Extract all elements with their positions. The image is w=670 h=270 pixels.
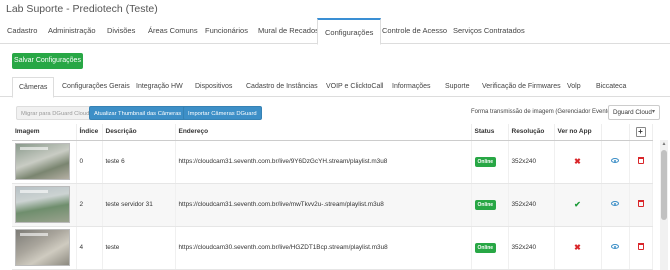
address-cell: https://cloudcam31.seventh.com.br/live/9… [175, 140, 472, 184]
app-title: Lab Suporte - Prediotech (Teste) [6, 3, 158, 15]
delete-cell [629, 140, 653, 184]
sub-nav: Câmeras Configurações Gerais Integração … [0, 77, 670, 98]
view-cell [601, 183, 630, 227]
table-row: 0 teste 6 https://cloudcam31.seventh.com… [12, 140, 653, 184]
address-cell: https://cloudcam31.seventh.com.br/live/m… [175, 183, 472, 227]
tab-verificacao-de-firmwares[interactable]: Verificação de Firmwares [476, 77, 567, 97]
transmission-mode-label: Forma transmissão de imagem (Gerenciador… [471, 109, 616, 115]
transmission-mode-select[interactable]: Dguard Cloud ▾ [608, 105, 660, 120]
update-thumbnails-button[interactable]: Atualizar Thumbnail das Câmeras [89, 106, 187, 120]
camera-thumbnail-cell [12, 140, 77, 184]
delete-cell [629, 226, 653, 270]
tab-areas-comuns[interactable]: Áreas Comuns [141, 18, 205, 44]
status-cell: Online [471, 226, 509, 270]
app-visibility-x-icon[interactable]: ✖ [554, 140, 602, 184]
tab-mural-de-recados[interactable]: Mural de Recados [251, 18, 326, 44]
status-badge: Online [474, 242, 497, 253]
tab-administracao[interactable]: Administração [41, 18, 103, 44]
cameras-table: Imagem Índice Descrição Endereço Status … [12, 124, 653, 270]
description-cell: teste 6 [102, 140, 176, 184]
eye-icon[interactable] [611, 201, 619, 206]
tab-controle-de-acesso[interactable]: Controle de Acesso [375, 18, 454, 44]
title-bar: Lab Suporte - Prediotech (Teste) [0, 0, 670, 18]
col-header-description: Descrição [102, 124, 176, 141]
table-scrollbar[interactable]: ▲ [660, 140, 668, 270]
table-row: 2 teste servidor 31 https://cloudcam31.s… [12, 183, 653, 227]
status-cell: Online [471, 140, 509, 184]
scroll-up-icon[interactable]: ▲ [660, 140, 668, 148]
tab-servicos-contratados[interactable]: Serviços Contratados [446, 18, 532, 44]
transmission-mode-value: Dguard Cloud [613, 109, 652, 116]
col-header-address: Endereço [175, 124, 472, 141]
app-visibility-x-icon[interactable]: ✖ [554, 226, 602, 270]
trash-icon[interactable] [637, 243, 644, 250]
col-header-status: Status [471, 124, 509, 141]
tab-configuracoes-gerais[interactable]: Configurações Gerais [56, 77, 136, 97]
delete-cell [629, 183, 653, 227]
resolution-cell: 352x240 [508, 140, 555, 184]
table-header-row: Imagem Índice Descrição Endereço Status … [12, 124, 653, 141]
tab-suporte[interactable]: Suporte [439, 77, 476, 97]
description-cell: teste servidor 31 [102, 183, 176, 227]
table-row: 4 teste https://cloudcam30.seventh.com.b… [12, 226, 653, 270]
save-configurations-button[interactable]: Salvar Configurações [12, 53, 83, 69]
scrollbar-thumb[interactable] [661, 150, 667, 220]
add-camera-button[interactable]: + [635, 126, 646, 137]
camera-thumbnail-cell [12, 226, 77, 270]
tab-voip[interactable]: VOIP e ClicktoCall [320, 77, 389, 97]
address-cell: https://cloudcam30.seventh.com.br/live/H… [175, 226, 472, 270]
description-cell: teste [102, 226, 176, 270]
tab-dispositivos[interactable]: Dispositivos [189, 77, 238, 97]
index-cell: 4 [76, 226, 103, 270]
tab-informacoes[interactable]: Informações [386, 77, 437, 97]
camera-thumbnail[interactable] [15, 186, 70, 223]
view-cell [601, 226, 630, 270]
col-header-index: Índice [76, 124, 103, 141]
index-cell: 0 [76, 140, 103, 184]
tab-biccateca[interactable]: Biccateca [590, 77, 632, 97]
eye-icon[interactable] [611, 244, 619, 249]
col-header-view [601, 124, 630, 141]
cameras-table-container: Imagem Índice Descrição Endereço Status … [12, 124, 660, 270]
app-visibility-check-icon[interactable]: ✔ [554, 183, 602, 227]
migrate-dguard-button[interactable]: Migrar para DGuard Cloud [16, 106, 95, 120]
cameras-toolbar: Migrar para DGuard Cloud Atualizar Thumb… [0, 104, 670, 122]
tab-cadastro-de-instancias[interactable]: Cadastro de Instâncias [240, 77, 324, 97]
status-cell: Online [471, 183, 509, 227]
chevron-down-icon: ▾ [651, 109, 655, 115]
index-cell: 2 [76, 183, 103, 227]
tab-volp[interactable]: Volp [561, 77, 587, 97]
col-header-image: Imagem [12, 124, 77, 141]
tab-integracao-hw[interactable]: Integração HW [130, 77, 189, 97]
tab-cadastro[interactable]: Cadastro [0, 18, 44, 44]
camera-thumbnail[interactable] [15, 143, 70, 180]
resolution-cell: 352x240 [508, 226, 555, 270]
tab-cameras[interactable]: Câmeras [12, 77, 55, 98]
status-badge: Online [474, 156, 497, 167]
tab-divisoes[interactable]: Divisões [100, 18, 142, 44]
trash-icon[interactable] [637, 200, 644, 207]
tab-configuracoes[interactable]: Configurações [317, 18, 382, 45]
eye-icon[interactable] [611, 158, 619, 163]
camera-thumbnail[interactable] [15, 229, 70, 266]
col-header-add: + [629, 124, 653, 141]
status-badge: Online [474, 199, 497, 210]
tab-funcionarios[interactable]: Funcionários [198, 18, 255, 44]
view-cell [601, 140, 630, 184]
col-header-resolution: Resolução [508, 124, 555, 141]
import-dguard-cameras-button[interactable]: Importar Câmeras DGuard [183, 106, 262, 120]
camera-thumbnail-cell [12, 183, 77, 227]
trash-icon[interactable] [637, 157, 644, 164]
resolution-cell: 352x240 [508, 183, 555, 227]
col-header-app: Ver no App [554, 124, 602, 141]
main-nav: Cadastro Administração Divisões Áreas Co… [0, 18, 670, 45]
